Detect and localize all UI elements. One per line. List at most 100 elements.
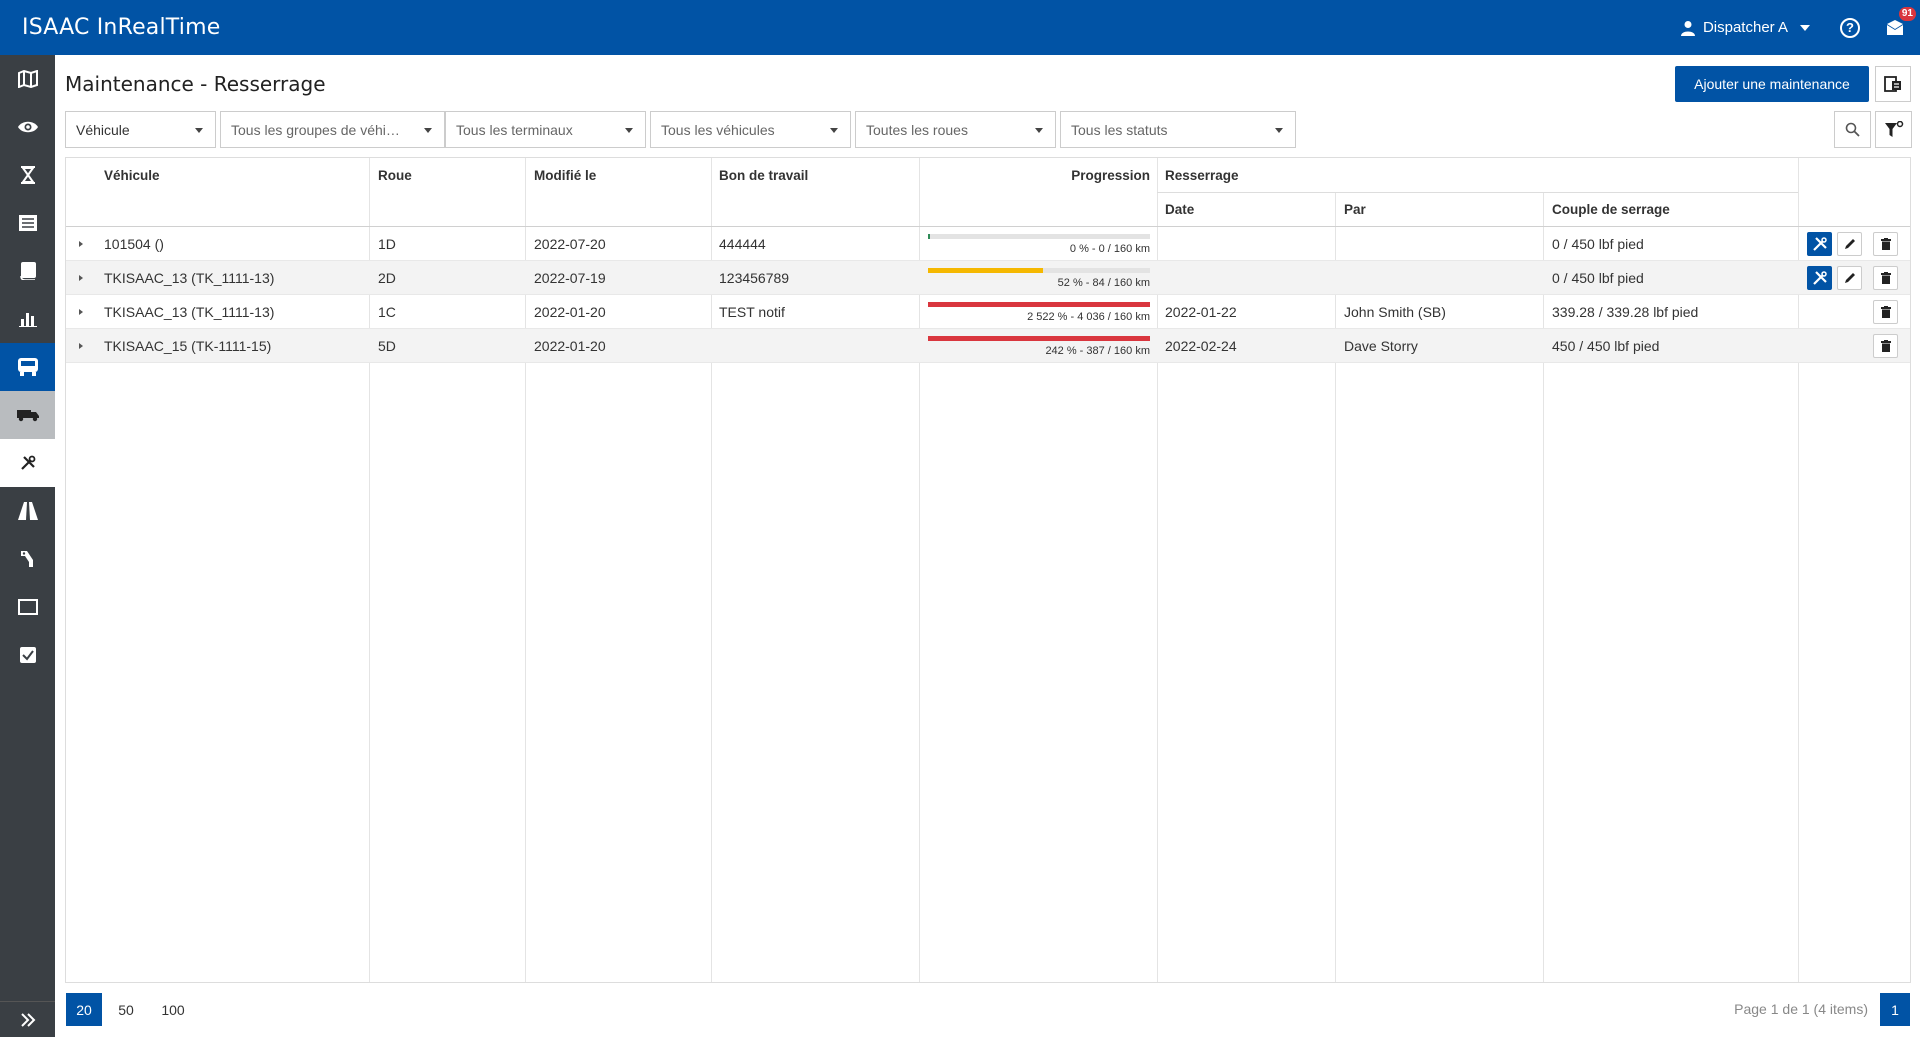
cell-date: 2022-02-24 <box>1165 338 1237 354</box>
column-header-vehicle[interactable]: Véhicule <box>104 168 160 183</box>
cell-vehicle: 101504 () <box>104 236 164 252</box>
sidebar <box>0 55 55 1037</box>
add-maintenance-button[interactable]: Ajouter une maintenance <box>1675 66 1869 102</box>
expand-row-icon[interactable] <box>79 343 83 349</box>
sidebar-item-history[interactable] <box>0 151 55 199</box>
bus-icon <box>17 358 38 376</box>
sidebar-subitem-maintenance[interactable] <box>0 439 55 487</box>
filter-vehicles[interactable]: Tous les véhicules <box>650 111 851 148</box>
page-size-100[interactable]: 100 <box>152 993 194 1026</box>
delete-button[interactable] <box>1873 232 1898 256</box>
cell-wheel: 1C <box>378 304 396 320</box>
edit-button[interactable] <box>1837 232 1862 256</box>
table-row[interactable]: TKISAAC_13 (TK_1111-13) 2D 2022-07-19 12… <box>66 261 1910 295</box>
tools-icon <box>1812 237 1827 251</box>
filter-icon <box>1884 120 1903 137</box>
pump-icon <box>20 551 33 567</box>
sidebar-item-reports[interactable] <box>0 295 55 343</box>
cell-modified: 2022-07-20 <box>534 236 606 252</box>
table-row[interactable]: 101504 () 1D 2022-07-20 444444 0 % - 0 /… <box>66 227 1910 261</box>
progress-bar: 2 522 % - 4 036 / 160 km <box>928 295 1150 329</box>
sidebar-item-list[interactable] <box>0 199 55 247</box>
expand-row-icon[interactable] <box>79 275 83 281</box>
sidebar-item-book[interactable] <box>0 247 55 295</box>
sidebar-subitem-vehicles[interactable] <box>0 391 55 439</box>
top-right-controls: Dispatcher A ? 91 <box>1680 0 1916 55</box>
delete-button[interactable] <box>1873 334 1898 358</box>
sidebar-item-checklist[interactable] <box>0 631 55 679</box>
progress-fill <box>928 336 1150 341</box>
cell-work-order: TEST notif <box>719 304 785 320</box>
progress-bar: 52 % - 84 / 160 km <box>928 261 1150 295</box>
filter-vehicle-groups[interactable]: Tous les groupes de véhic… <box>220 111 445 148</box>
pencil-icon <box>1844 273 1855 283</box>
notifications-button[interactable]: 91 <box>1882 6 1916 41</box>
cell-modified: 2022-01-20 <box>534 304 606 320</box>
search-button[interactable] <box>1834 111 1871 148</box>
page-size-20[interactable]: 20 <box>66 993 102 1026</box>
sidebar-item-roads[interactable] <box>0 487 55 535</box>
cell-wheel: 1D <box>378 236 396 252</box>
expand-row-icon[interactable] <box>79 309 83 315</box>
sidebar-item-fuel[interactable] <box>0 535 55 583</box>
cell-torque: 339.28 / 339.28 lbf pied <box>1552 304 1699 320</box>
filter-terminals[interactable]: Tous les terminaux <box>445 111 646 148</box>
filter-statuses[interactable]: Tous les statuts <box>1060 111 1296 148</box>
delete-button[interactable] <box>1873 300 1898 324</box>
bar-chart-icon <box>18 313 37 327</box>
cell-wheel: 5D <box>378 338 396 354</box>
hourglass-icon <box>20 166 35 184</box>
column-header-modified[interactable]: Modifié le <box>534 168 596 183</box>
cell-vehicle: TKISAAC_13 (TK_1111-13) <box>104 304 275 320</box>
column-header-by[interactable]: Par <box>1344 202 1366 217</box>
truck-icon <box>16 410 39 422</box>
filter-wheels[interactable]: Toutes les roues <box>855 111 1056 148</box>
chevron-down-icon <box>424 128 432 133</box>
cell-torque: 0 / 450 lbf pied <box>1552 270 1644 286</box>
column-header-torque[interactable]: Couple de serrage <box>1552 202 1670 217</box>
map-icon <box>17 70 38 88</box>
export-button[interactable] <box>1875 66 1911 102</box>
column-header-wheel[interactable]: Roue <box>378 168 412 183</box>
cell-by: John Smith (SB) <box>1344 304 1446 320</box>
road-icon <box>17 502 38 520</box>
filter-grouping[interactable]: Véhicule <box>65 111 216 148</box>
page-size-50[interactable]: 50 <box>108 993 144 1026</box>
edit-button[interactable] <box>1837 266 1862 290</box>
expand-row-icon[interactable] <box>79 241 83 247</box>
column-header-progress[interactable]: Progression <box>928 168 1150 183</box>
sidebar-item-view[interactable] <box>0 103 55 151</box>
tighten-button[interactable] <box>1807 232 1832 256</box>
cell-date: 2022-01-22 <box>1165 304 1237 320</box>
cell-modified: 2022-07-19 <box>534 270 606 286</box>
table-row[interactable]: TKISAAC_15 (TK-1111-15) 5D 2022-01-20 24… <box>66 329 1910 363</box>
cell-torque: 0 / 450 lbf pied <box>1552 236 1644 252</box>
page-button-1[interactable]: 1 <box>1880 993 1910 1026</box>
top-bar: ISAAC InRealTime Dispatcher A ? 91 <box>0 0 1920 55</box>
sidebar-item-map[interactable] <box>0 55 55 103</box>
filter-settings-button[interactable] <box>1875 111 1912 148</box>
inbox-icon <box>1887 19 1903 35</box>
user-menu[interactable]: Dispatcher A <box>1680 19 1810 36</box>
table-row[interactable]: TKISAAC_13 (TK_1111-13) 1C 2022-01-20 TE… <box>66 295 1910 329</box>
app-title[interactable]: ISAAC InRealTime <box>22 15 220 40</box>
search-icon <box>1845 122 1860 137</box>
tools-icon <box>1812 271 1827 285</box>
column-header-date[interactable]: Date <box>1165 202 1194 217</box>
question-circle-icon[interactable]: ? <box>1840 17 1860 38</box>
pencil-icon <box>1844 239 1855 249</box>
sidebar-item-display[interactable] <box>0 583 55 631</box>
eye-icon <box>17 121 38 133</box>
sidebar-expand-button[interactable] <box>0 1001 55 1037</box>
delete-button[interactable] <box>1873 266 1898 290</box>
chevron-down-icon <box>625 128 633 133</box>
chevron-down-icon <box>1275 128 1283 133</box>
tighten-button[interactable] <box>1807 266 1832 290</box>
progress-fill <box>928 302 1150 307</box>
progress-bar: 242 % - 387 / 160 km <box>928 329 1150 363</box>
trash-icon <box>1880 238 1891 250</box>
sidebar-item-fleet[interactable] <box>0 343 55 391</box>
cell-modified: 2022-01-20 <box>534 338 606 354</box>
column-header-work-order[interactable]: Bon de travail <box>719 168 808 183</box>
progress-fill <box>928 268 1044 273</box>
